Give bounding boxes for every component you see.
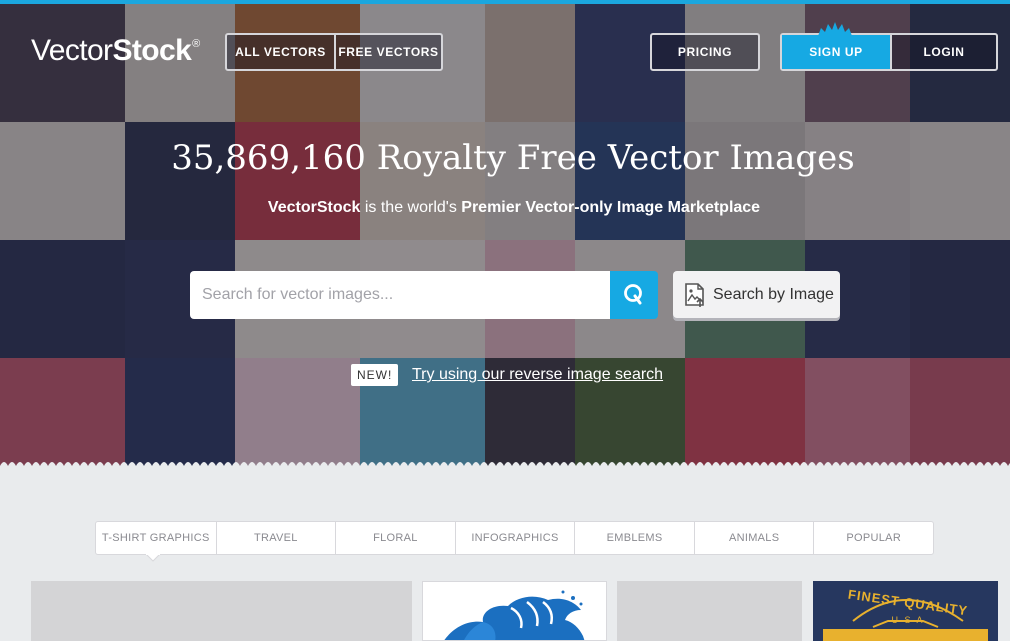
top-accent-bar xyxy=(0,0,1010,4)
new-badge: NEW! xyxy=(351,364,399,386)
vector-nav-group: ALL VECTORS FREE VECTORS xyxy=(225,33,443,71)
login-button[interactable]: LOGIN xyxy=(890,35,996,69)
search-by-image-label: Search by Image xyxy=(713,285,834,303)
logo-text-light: Vector xyxy=(31,34,113,67)
search-bar xyxy=(190,271,658,319)
reverse-image-search-link[interactable]: Try using our reverse image search xyxy=(412,364,663,386)
tab-t-shirt-graphics[interactable]: T-SHIRT GRAPHICS xyxy=(96,522,216,554)
image-upload-icon xyxy=(685,282,704,307)
thumbnail-placeholder-2[interactable] xyxy=(617,581,802,641)
sign-up-button[interactable]: SIGN UP xyxy=(782,35,890,69)
tab-travel[interactable]: TRAVEL xyxy=(215,522,336,554)
usa-text: U S A xyxy=(891,615,925,625)
tab-emblems[interactable]: EMBLEMS xyxy=(574,522,694,554)
vectorstock-logo[interactable]: VectorStock® xyxy=(31,34,200,74)
free-vectors-button[interactable]: FREE VECTORS xyxy=(334,35,441,69)
thumbnail-finest-quality[interactable]: FINEST QUALITY U S A xyxy=(813,581,998,641)
subline-middle: is the world's xyxy=(360,199,462,216)
tab-animals[interactable]: ANIMALS xyxy=(693,522,814,554)
tab-infographics[interactable]: INFOGRAPHICS xyxy=(454,522,575,554)
all-vectors-button[interactable]: ALL VECTORS xyxy=(227,35,334,69)
tab-floral[interactable]: FLORAL xyxy=(335,522,455,554)
subline-tagline: Premier Vector-only Image Marketplace xyxy=(461,199,761,216)
search-button[interactable] xyxy=(610,271,658,319)
active-tab-pointer xyxy=(146,554,160,562)
registered-mark: ® xyxy=(192,38,200,50)
category-tabs: T-SHIRT GRAPHICS TRAVEL FLORAL INFOGRAPH… xyxy=(95,521,934,555)
auth-nav-group: SIGN UP LOGIN xyxy=(780,33,998,71)
hero-headline: 35,869,160 Royalty Free Vector Images xyxy=(171,138,855,178)
pricing-button[interactable]: PRICING xyxy=(652,35,758,69)
ocean-wave-image xyxy=(444,590,585,640)
pricing-nav-group: PRICING xyxy=(650,33,760,71)
search-input[interactable] xyxy=(190,271,610,319)
hero-wave-divider xyxy=(0,462,1010,472)
subline-brand: VectorStock xyxy=(267,199,361,216)
signup-badge-icon xyxy=(818,22,852,36)
logo-text-bold: Stock xyxy=(112,34,192,67)
thumbnail-wave-graphic[interactable] xyxy=(422,581,607,641)
search-by-image-button[interactable]: Search by Image xyxy=(673,271,840,318)
thumbnail-placeholder[interactable] xyxy=(31,581,412,641)
hero-subheadline: VectorStock is the world's Premier Vecto… xyxy=(0,199,1010,217)
search-icon xyxy=(624,284,642,305)
tab-popular[interactable]: POPULAR xyxy=(813,522,933,554)
